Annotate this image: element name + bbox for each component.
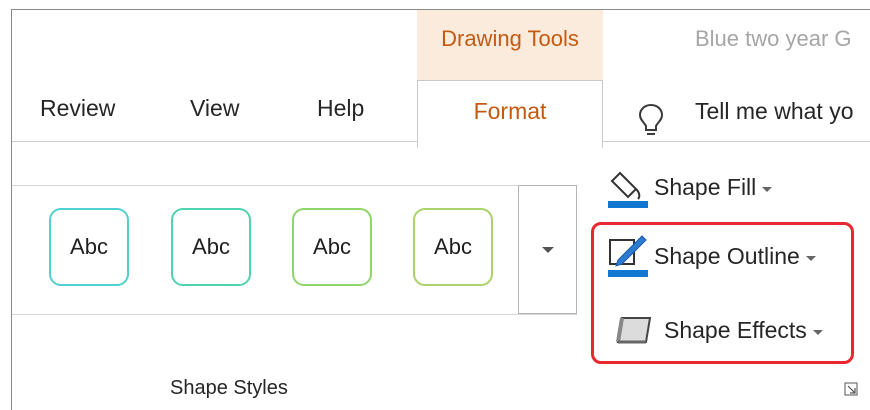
tell-me-search[interactable]: Tell me what yo bbox=[695, 98, 854, 125]
tab-view[interactable]: View bbox=[190, 95, 239, 122]
shape-style-1-label: Abc bbox=[70, 234, 108, 259]
dialog-launcher-icon[interactable] bbox=[844, 382, 858, 396]
lightbulb-icon[interactable] bbox=[636, 102, 666, 140]
document-title: Blue two year G bbox=[695, 26, 852, 51]
highlight-box bbox=[591, 222, 854, 364]
context-tab-label: Drawing Tools bbox=[441, 26, 579, 51]
shape-style-4[interactable]: Abc bbox=[413, 208, 493, 286]
ribbon-window: Drawing Tools Blue two year G Review Vie… bbox=[11, 9, 870, 410]
tab-review[interactable]: Review bbox=[40, 95, 115, 122]
chevron-down-icon bbox=[542, 247, 554, 253]
shape-fill-button[interactable]: Shape Fill bbox=[606, 165, 773, 209]
shape-style-2-label: Abc bbox=[192, 234, 230, 259]
gallery-more-button[interactable] bbox=[518, 185, 577, 314]
tab-divider-right bbox=[602, 141, 870, 142]
group-label-shape-styles: Shape Styles bbox=[170, 377, 288, 399]
tab-divider-left bbox=[12, 141, 417, 142]
tab-format-label[interactable]: Format bbox=[417, 98, 603, 125]
tab-help[interactable]: Help bbox=[317, 95, 364, 122]
shape-fill-dropdown-icon bbox=[762, 186, 773, 192]
shape-style-2[interactable]: Abc bbox=[171, 208, 251, 286]
shape-style-4-label: Abc bbox=[434, 234, 472, 259]
shape-style-3[interactable]: Abc bbox=[292, 208, 372, 286]
shape-style-3-label: Abc bbox=[313, 234, 351, 259]
shape-fill-label: Shape Fill bbox=[654, 173, 757, 200]
paint-bucket-icon bbox=[608, 171, 648, 208]
shape-style-1[interactable]: Abc bbox=[49, 208, 129, 286]
